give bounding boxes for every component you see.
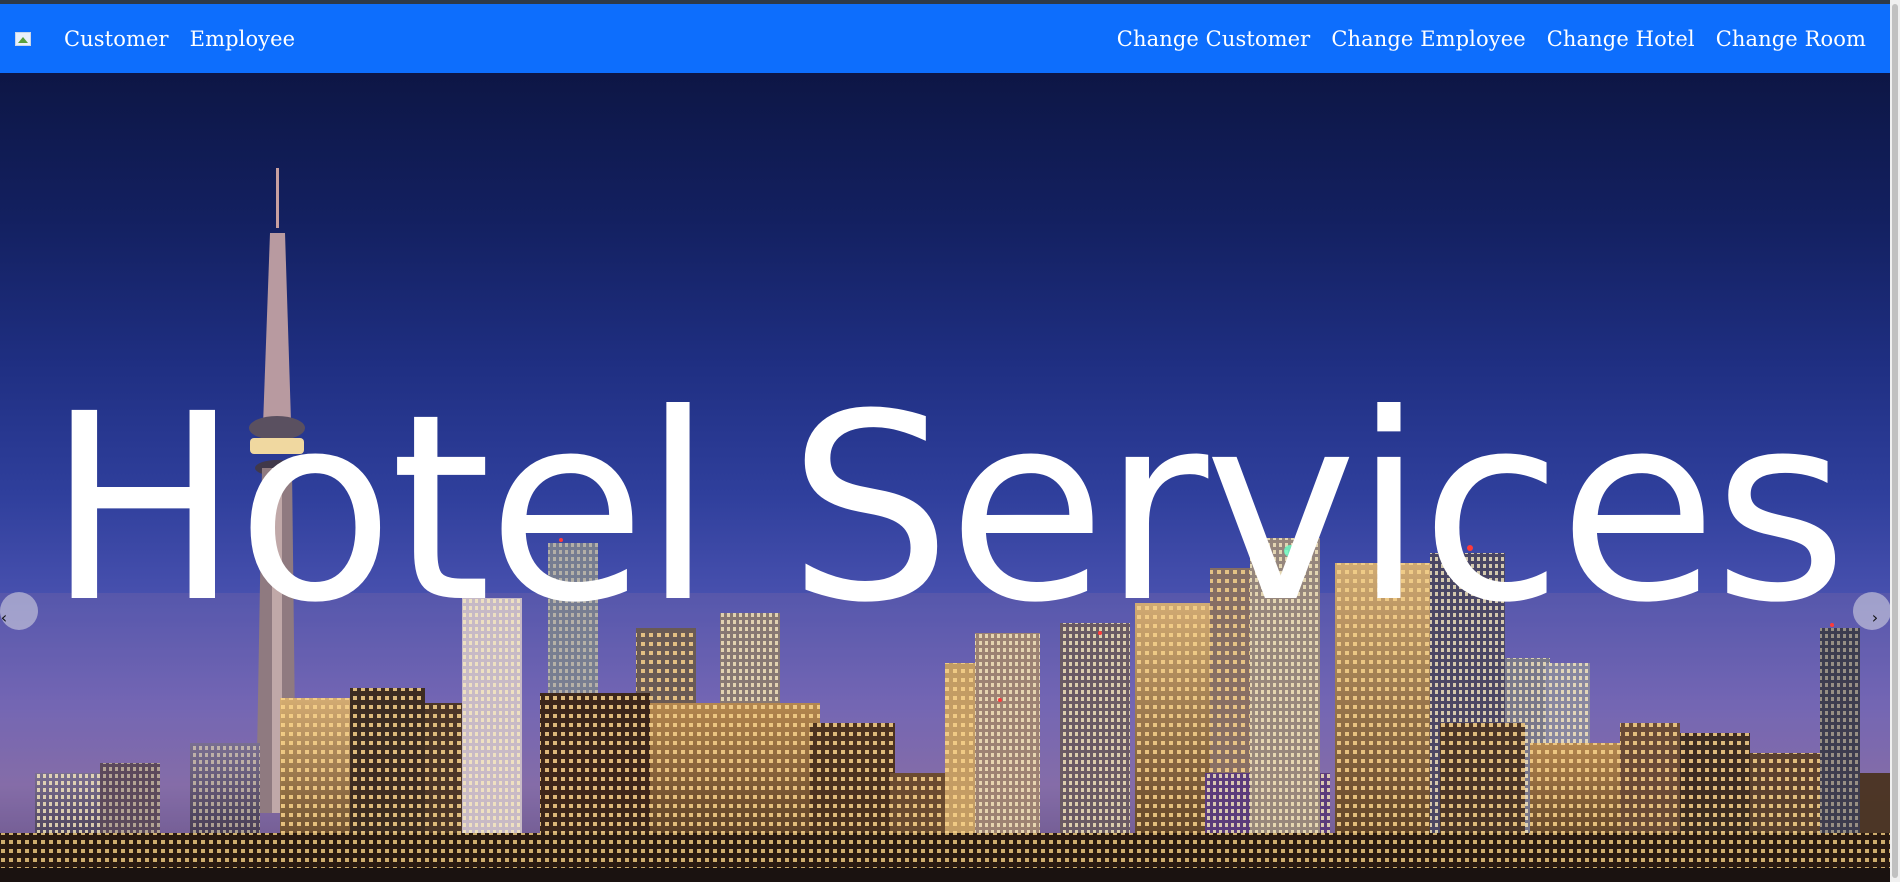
nav-link-change-hotel[interactable]: Change Hotel — [1547, 27, 1695, 51]
broken-image-icon — [15, 31, 31, 46]
hero-carousel: Hotel Services ‹ › — [0, 73, 1890, 882]
carousel-prev-button[interactable]: ‹ — [0, 592, 38, 630]
nav-right-group: Change Customer Change Employee Change H… — [1117, 27, 1866, 51]
nav-link-customer[interactable]: Customer — [64, 27, 169, 51]
nav-link-employee[interactable]: Employee — [190, 27, 296, 51]
carousel-next-button[interactable]: › — [1853, 592, 1890, 630]
brand-logo[interactable] — [14, 28, 36, 50]
nav-link-change-customer[interactable]: Change Customer — [1117, 27, 1311, 51]
nav-link-change-employee[interactable]: Change Employee — [1331, 27, 1525, 51]
chevron-left-icon: ‹ — [0, 608, 8, 627]
hero-title: Hotel Services — [46, 359, 1847, 659]
nav-left-group: Customer Employee — [64, 27, 316, 51]
nav-link-change-room[interactable]: Change Room — [1716, 27, 1866, 51]
navbar: Customer Employee Change Customer Change… — [0, 4, 1890, 73]
page-scrollbar[interactable] — [1890, 0, 1900, 882]
scrollbar-thumb[interactable] — [1892, 4, 1898, 878]
chevron-right-icon: › — [1871, 608, 1879, 627]
